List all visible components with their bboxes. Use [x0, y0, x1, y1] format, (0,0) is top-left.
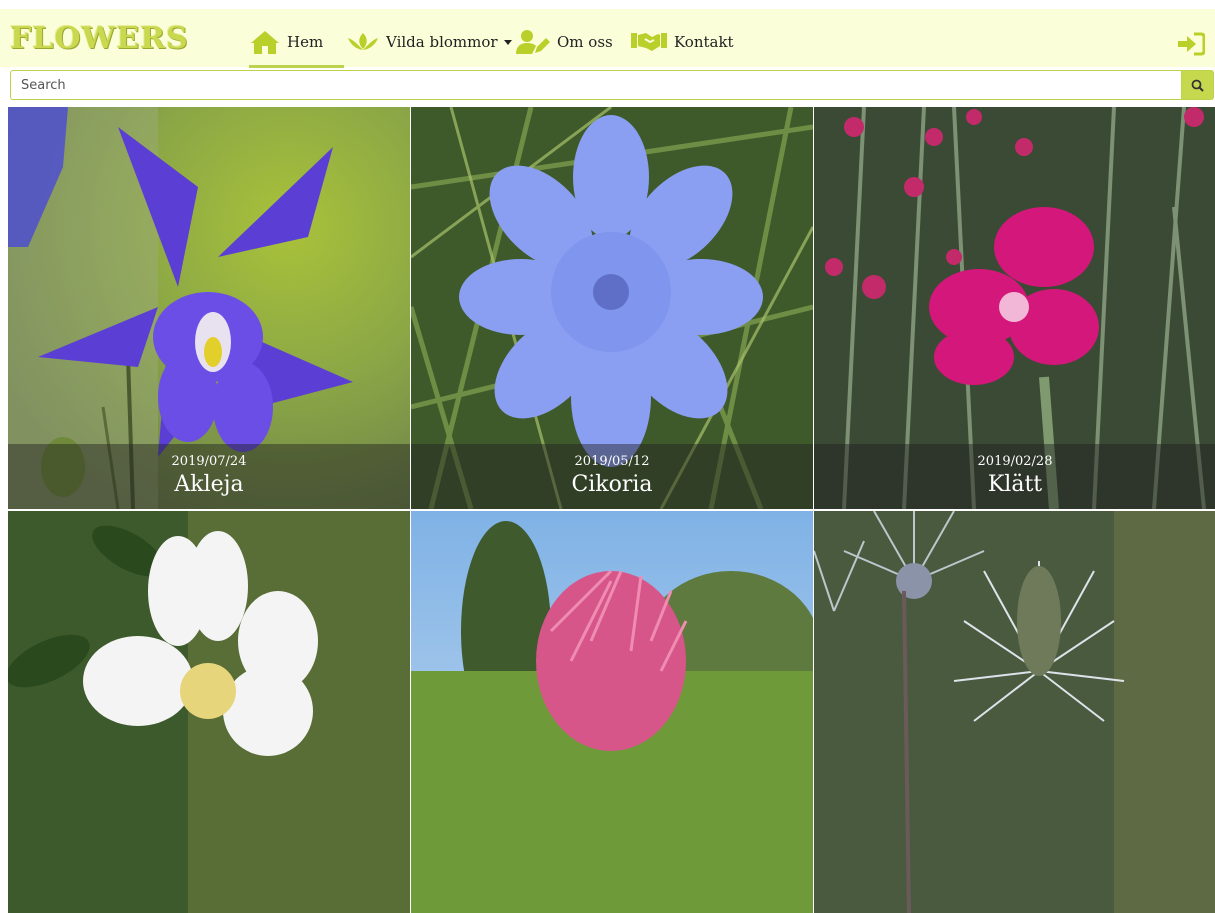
top-border — [0, 0, 1215, 9]
user-edit-icon — [516, 30, 550, 54]
flower-grid: 2019/07/24 Akleja 2019/05/12 Cikoria 201… — [8, 107, 1215, 913]
flower-image — [411, 511, 813, 913]
nav-item-kontakt-label: Kontakt — [674, 33, 734, 51]
chevron-down-icon — [503, 39, 512, 45]
nav-item-hem-label: Hem — [287, 33, 324, 51]
flower-name: Cikoria — [571, 472, 653, 497]
nav-item-vilda-blommor[interactable]: Vilda blommor — [346, 19, 512, 65]
search-bar — [10, 70, 1214, 100]
flower-date: 2019/02/28 — [977, 454, 1053, 469]
flower-card[interactable]: 2019/05/12 Cikoria — [411, 107, 813, 509]
flower-name: Akleja — [174, 472, 244, 497]
flower-image — [814, 511, 1215, 913]
navbar: FLOWERS Hem Vilda blommor Om oss Kontakt — [0, 9, 1215, 68]
flower-image — [8, 511, 410, 913]
flower-caption: 2019/07/24 Akleja — [8, 444, 410, 509]
site-logo[interactable]: FLOWERS — [10, 22, 189, 56]
search-input[interactable] — [10, 70, 1181, 100]
flower-card[interactable] — [814, 511, 1215, 913]
active-nav-indicator — [249, 65, 344, 68]
nav-item-hem[interactable]: Hem — [249, 19, 344, 65]
nav-item-vilda-label: Vilda blommor — [386, 33, 498, 51]
flower-card[interactable]: 2019/07/24 Akleja — [8, 107, 410, 509]
flower-caption: 2019/02/28 Klätt — [814, 444, 1215, 509]
search-button[interactable] — [1181, 70, 1214, 100]
flower-card[interactable] — [411, 511, 813, 913]
flower-name: Klätt — [987, 472, 1043, 497]
flower-card[interactable]: 2019/02/28 Klätt — [814, 107, 1215, 509]
home-icon — [251, 31, 279, 54]
nav-item-om-oss-label: Om oss — [557, 33, 613, 51]
flower-caption: 2019/05/12 Cikoria — [411, 444, 813, 509]
handshake-icon — [631, 33, 667, 51]
flower-card[interactable] — [8, 511, 410, 913]
nav-item-kontakt[interactable]: Kontakt — [630, 19, 734, 65]
lotus-icon — [348, 33, 378, 50]
nav-item-om-oss[interactable]: Om oss — [515, 19, 613, 65]
flower-date: 2019/05/12 — [574, 454, 650, 469]
sign-in-icon[interactable] — [1177, 32, 1205, 56]
search-icon — [1191, 79, 1204, 92]
flower-date: 2019/07/24 — [171, 454, 247, 469]
